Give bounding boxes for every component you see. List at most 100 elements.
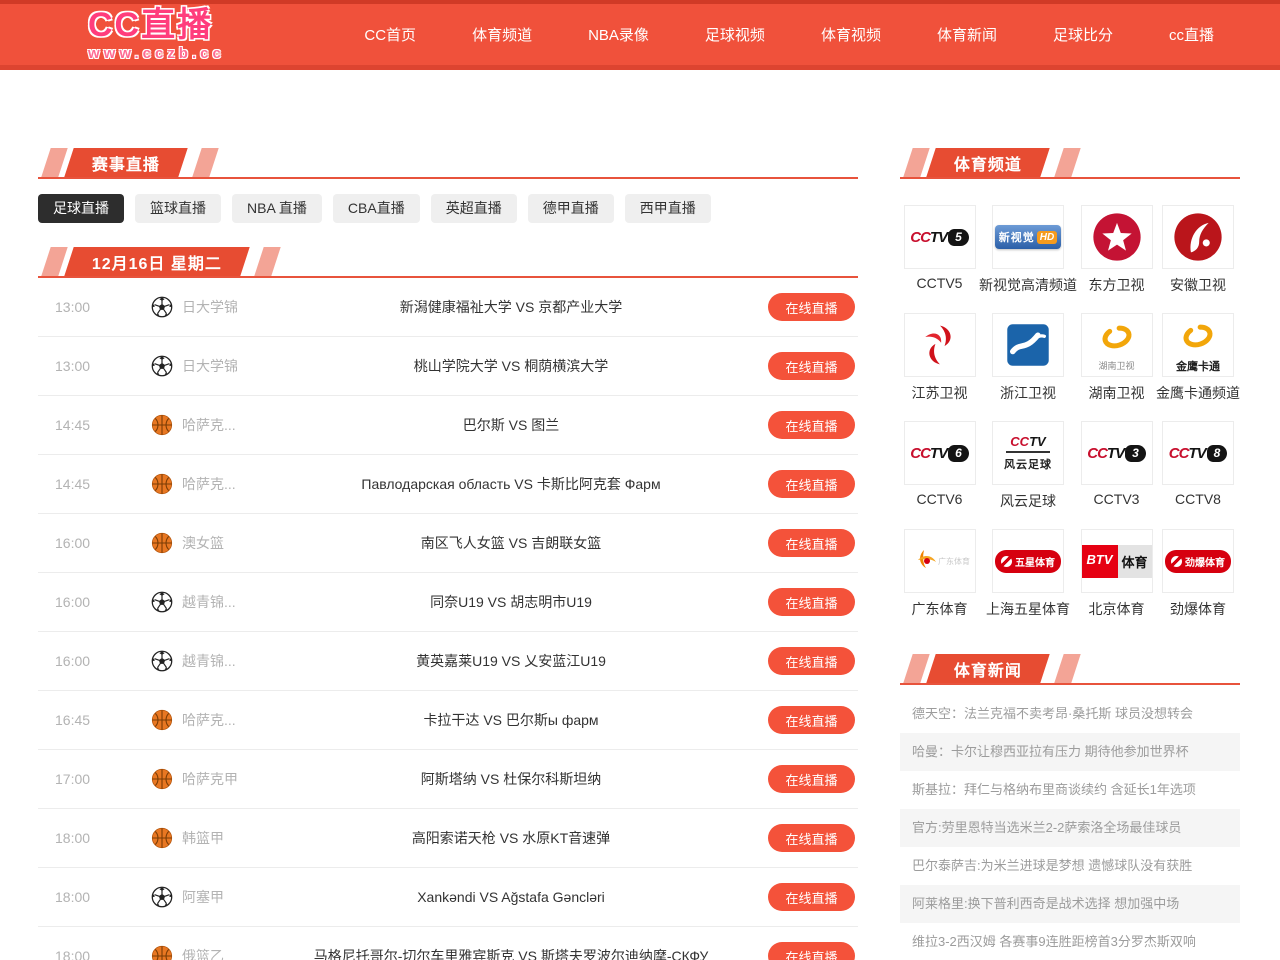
xinshijue-hd-logo[interactable]: 新视觉HD xyxy=(992,205,1064,269)
anhui-tv-logo[interactable] xyxy=(1162,205,1234,269)
filter-tab[interactable]: 西甲直播 xyxy=(625,194,711,223)
match-time: 16:00 xyxy=(55,535,115,551)
channel-item[interactable]: 劲爆体育劲爆体育 xyxy=(1156,529,1240,616)
news-item[interactable]: 哈曼：卡尔让穆西亚拉有压力 期待他参加世界杯 xyxy=(900,733,1240,771)
watch-live-button[interactable]: 在线直播 xyxy=(768,824,855,852)
watch-live-button[interactable]: 在线直播 xyxy=(768,529,855,557)
match-title: 高阳索诺天枪 VS 水原KT音速弹 xyxy=(264,828,758,848)
cctv3-logo[interactable]: CCTV3 xyxy=(1081,421,1153,485)
channel-item[interactable]: 五星体育上海五星体育 xyxy=(979,529,1077,616)
main-nav: CC首页 体育频道 NBA录像 足球视频 体育视频 体育新闻 足球比分 cc直播 xyxy=(364,24,1214,45)
soccer-icon xyxy=(151,296,173,318)
match-league: 韩篮甲 xyxy=(182,828,264,848)
watch-live-button[interactable]: 在线直播 xyxy=(768,293,855,321)
channel-item[interactable]: 浙江卫视 xyxy=(979,313,1077,400)
news-item[interactable]: 阿莱格里:换下普利西奇是战术选择 想加强中场 xyxy=(900,885,1240,923)
watch-live-button[interactable]: 在线直播 xyxy=(768,942,855,960)
ribbon-accent-left xyxy=(903,148,929,177)
site-logo[interactable]: CC直播 www.cczb.cc xyxy=(88,8,225,61)
channel-item[interactable]: 金鹰卡通金鹰卡通频道 xyxy=(1156,313,1240,400)
wuxing-sports-logo[interactable]: 五星体育 xyxy=(992,529,1064,593)
channel-item[interactable]: 安徽卫视 xyxy=(1156,205,1240,292)
match-time: 18:00 xyxy=(55,948,115,960)
filter-tab[interactable]: CBA直播 xyxy=(333,194,420,223)
basketball-icon xyxy=(151,709,173,731)
soccer-icon xyxy=(151,591,173,613)
match-title: 阿斯塔纳 VS 杜保尔科斯坦纳 xyxy=(264,769,758,789)
channel-item[interactable]: 湖南卫视湖南卫视 xyxy=(1077,313,1156,400)
nav-item[interactable]: 足球比分 xyxy=(1053,24,1113,45)
btv-sports-logo[interactable]: BTV体育 xyxy=(1081,529,1153,593)
match-row: 18:00 韩篮甲高阳索诺天枪 VS 水原KT音速弹在线直播 xyxy=(38,809,858,868)
match-row: 17:00 哈萨克甲阿斯塔纳 VS 杜保尔科斯坦纳在线直播 xyxy=(38,750,858,809)
fengyun-football-logo[interactable]: CCTV 风云足球 xyxy=(992,421,1064,485)
watch-live-button[interactable]: 在线直播 xyxy=(768,588,855,616)
nav-item[interactable]: cc直播 xyxy=(1169,24,1214,45)
match-league: 日大学锦 xyxy=(182,297,264,317)
cctv5-logo[interactable]: CCTV5 xyxy=(904,205,976,269)
watch-live-button[interactable]: 在线直播 xyxy=(768,706,855,734)
watch-live-button[interactable]: 在线直播 xyxy=(768,352,855,380)
match-time: 18:00 xyxy=(55,889,115,905)
nav-item[interactable]: CC首页 xyxy=(364,24,416,45)
news-item[interactable]: 斯基拉：拜仁与格纳布里商谈续约 含延长1年选项 xyxy=(900,771,1240,809)
nav-item[interactable]: 体育视频 xyxy=(821,24,881,45)
match-row: 13:00 日大学锦桃山学院大学 VS 桐荫横滨大学在线直播 xyxy=(38,337,858,396)
match-time: 17:00 xyxy=(55,771,115,787)
channel-item[interactable]: 江苏卫视 xyxy=(900,313,979,400)
jinbao-sports-logo[interactable]: 劲爆体育 xyxy=(1162,529,1234,593)
watch-live-button[interactable]: 在线直播 xyxy=(768,765,855,793)
news-item[interactable]: 官方:劳里恩特当选米兰2-2萨索洛全场最佳球员 xyxy=(900,809,1240,847)
news-item[interactable]: 维拉3-2西汉姆 各赛事9连胜距榜首3分罗杰斯双响 xyxy=(900,923,1240,960)
channel-item[interactable]: CCTV 风云足球风云足球 xyxy=(979,421,1077,508)
channel-label: 风云足球 xyxy=(979,491,1077,508)
match-title: 黄英嘉莱U19 VS 乂安蓝江U19 xyxy=(264,651,758,671)
filter-tab[interactable]: 足球直播 xyxy=(38,194,124,223)
section-title: 赛事直播 xyxy=(92,151,160,175)
match-row: 16:00 越青锦...同奈U19 VS 胡志明市U19在线直播 xyxy=(38,573,858,632)
watch-live-button[interactable]: 在线直播 xyxy=(768,411,855,439)
cctv6-logo[interactable]: CCTV6 xyxy=(904,421,976,485)
news-item[interactable]: 德天空：法兰克福不卖考昂·桑托斯 球员没想转会 xyxy=(900,695,1240,733)
dongfang-tv-logo[interactable] xyxy=(1081,205,1153,269)
channel-item[interactable]: CCTV6CCTV6 xyxy=(900,421,979,508)
match-league: 哈萨克... xyxy=(182,474,264,494)
nav-item[interactable]: 足球视频 xyxy=(705,24,765,45)
channels-section-header: 体育频道 xyxy=(900,148,1240,179)
nav-item[interactable]: 体育频道 xyxy=(472,24,532,45)
date-title-ribbon: 12月16日 星期二 xyxy=(64,247,249,276)
channel-item[interactable]: CCTV3CCTV3 xyxy=(1077,421,1156,508)
news-item[interactable]: 巴尔泰萨吉:为米兰进球是梦想 遗憾球队没有获胜 xyxy=(900,847,1240,885)
top-navbar: CC直播 www.cczb.cc CC首页 体育频道 NBA录像 足球视频 体育视频 体育… xyxy=(0,0,1280,70)
zhejiang-tv-logo[interactable] xyxy=(992,313,1064,377)
cctv8-logo[interactable]: CCTV8 xyxy=(1162,421,1234,485)
channel-item[interactable]: 广东体育广东体育 xyxy=(900,529,979,616)
nav-item[interactable]: 体育新闻 xyxy=(937,24,997,45)
filter-tab[interactable]: NBA 直播 xyxy=(232,194,322,223)
watch-live-button[interactable]: 在线直播 xyxy=(768,883,855,911)
logo-url: www.cczb.cc xyxy=(88,46,225,61)
ribbon-accent-left xyxy=(41,247,67,276)
jiangsu-tv-logo[interactable] xyxy=(904,313,976,377)
guangdong-sports-logo[interactable]: 广东体育 xyxy=(904,529,976,593)
live-matches-column: 赛事直播 足球直播篮球直播 NBA 直播 CBA直播英超直播德甲直播西甲直播 12月… xyxy=(38,148,858,960)
nav-item[interactable]: NBA录像 xyxy=(588,24,649,45)
jinying-cartoon-logo[interactable]: 金鹰卡通 xyxy=(1162,313,1234,377)
channel-item[interactable]: 东方卫视 xyxy=(1077,205,1156,292)
match-row: 14:45 哈萨克...Павлодарская область VS 卡斯比阿… xyxy=(38,455,858,514)
match-time: 13:00 xyxy=(55,299,115,315)
channel-item[interactable]: CCTV8CCTV8 xyxy=(1156,421,1240,508)
watch-live-button[interactable]: 在线直播 xyxy=(768,470,855,498)
ribbon-accent-right xyxy=(192,148,218,177)
filter-tab[interactable]: 德甲直播 xyxy=(528,194,614,223)
channel-item[interactable]: CCTV5CCTV5 xyxy=(900,205,979,292)
channel-item[interactable]: 新视觉HD新视觉高清频道 xyxy=(979,205,1077,292)
filter-tab[interactable]: 篮球直播 xyxy=(135,194,221,223)
channel-item[interactable]: BTV体育北京体育 xyxy=(1077,529,1156,616)
ribbon-accent-left xyxy=(41,148,67,177)
match-title: Павлодарская область VS 卡斯比阿克套 Фарм xyxy=(264,474,758,494)
filter-tab[interactable]: 英超直播 xyxy=(431,194,517,223)
match-league: 越青锦... xyxy=(182,592,264,612)
watch-live-button[interactable]: 在线直播 xyxy=(768,647,855,675)
hunan-tv-logo[interactable]: 湖南卫视 xyxy=(1081,313,1153,377)
